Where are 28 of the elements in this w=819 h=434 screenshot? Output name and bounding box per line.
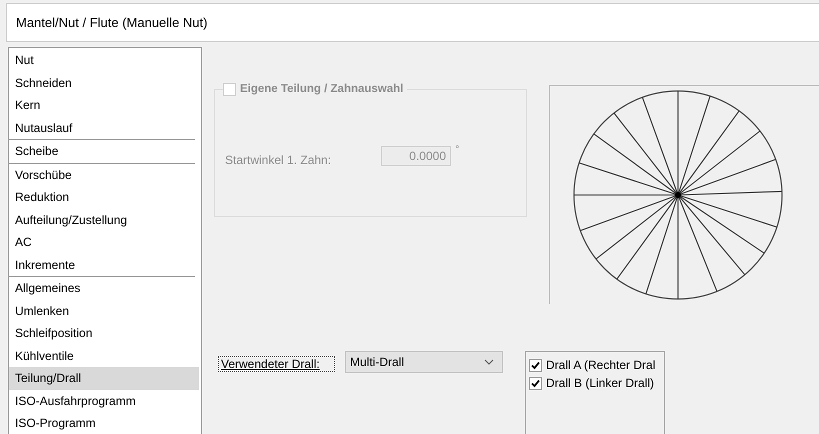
sidebar-item[interactable]: Aufteilung/Zustellung — [9, 208, 201, 231]
checkbox[interactable] — [529, 376, 542, 390]
sidebar-item[interactable]: Inkremente — [9, 254, 201, 276]
checkbox-label: Drall B (Linker Drall) — [546, 376, 654, 390]
sidebar-item[interactable]: Allgemeines — [9, 277, 201, 300]
sidebar-item[interactable]: Kühlventile — [9, 344, 201, 367]
window-title: Mantel/Nut / Flute (Manuelle Nut) — [16, 15, 208, 30]
sidebar-item[interactable]: Nut — [9, 49, 201, 72]
unit-label: ° — [455, 145, 460, 155]
sidebar-item[interactable]: Vorschübe — [9, 164, 201, 186]
sidebar-item[interactable]: Teilung/Drall — [9, 367, 199, 390]
sidebar-item[interactable]: Schleifposition — [9, 322, 201, 344]
sidebar-item[interactable]: ISO-Programm — [9, 412, 201, 434]
sidebar-item[interactable]: ISO-Ausfahrprogramm — [9, 390, 201, 412]
sidebar-item[interactable]: Reduktion — [9, 186, 201, 208]
group-title: Eigene Teilung / Zahnauswahl — [240, 83, 404, 95]
sidebar-item[interactable]: AC — [9, 231, 201, 254]
field-label: Startwinkel 1. Zahn: — [225, 152, 332, 167]
dropdown[interactable]: Multi-Drall — [345, 351, 503, 373]
caret-icon — [484, 359, 494, 365]
sidebar-item[interactable]: Nutauslauf — [9, 116, 201, 139]
checkbox-label: Drall A (Rechter Dral — [546, 358, 656, 372]
sidebar-item[interactable]: Umlenken — [9, 300, 201, 322]
checkbox[interactable] — [529, 358, 542, 372]
field-label: Verwendeter Drall: — [219, 357, 334, 371]
sidebar-item[interactable]: Scheibe — [9, 140, 201, 162]
sidebar-item[interactable]: Schneiden — [9, 72, 201, 94]
sidebar-item[interactable]: Kern — [9, 94, 201, 116]
